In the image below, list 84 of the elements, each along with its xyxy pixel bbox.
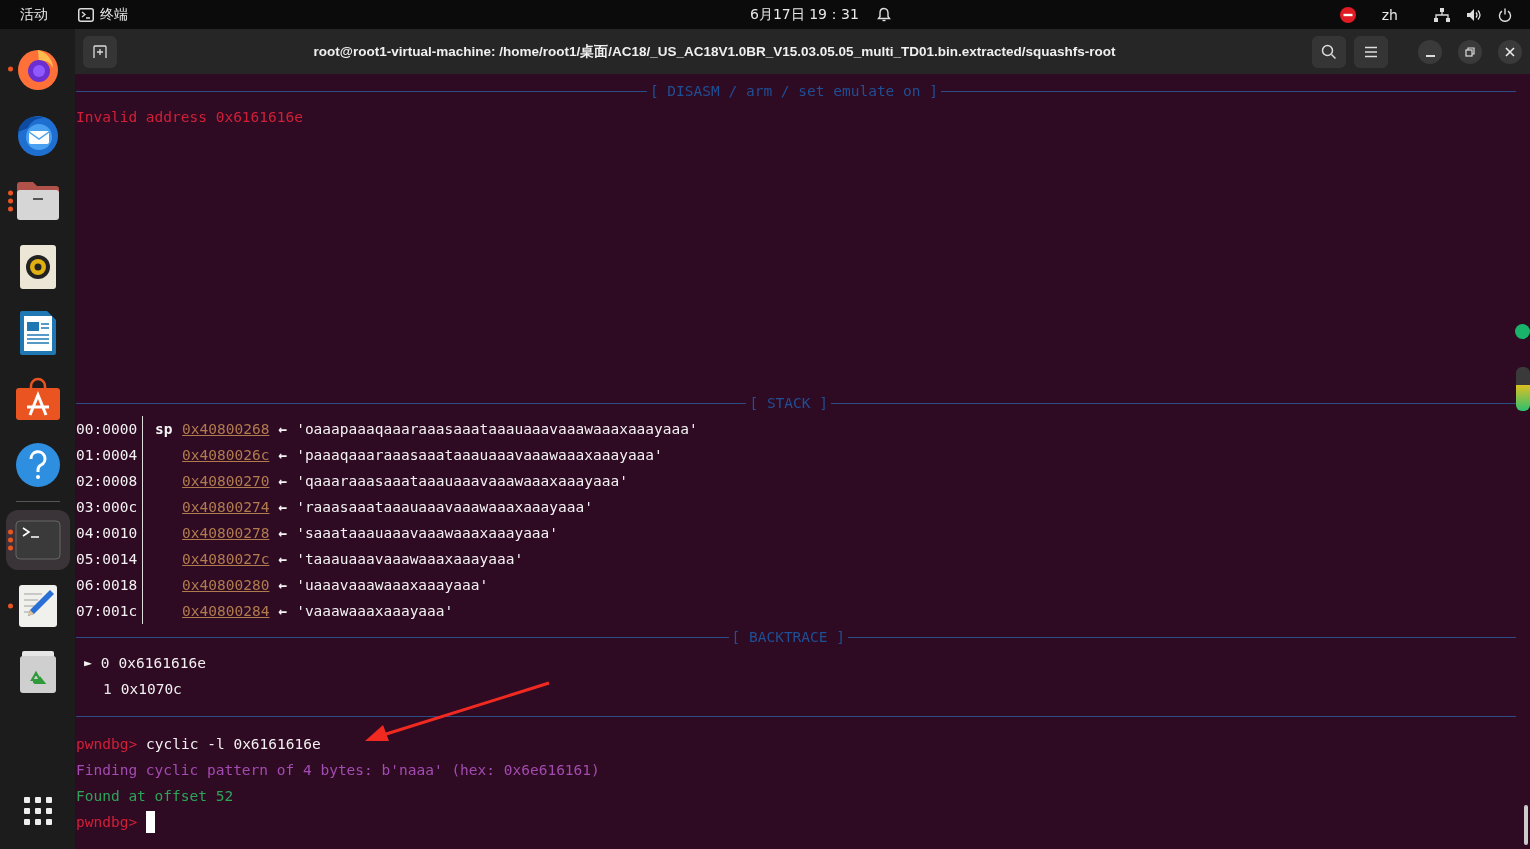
stack-offset: 00:0000	[76, 420, 138, 439]
app-grid-icon[interactable]	[21, 795, 54, 827]
stack-value: 'oaaapaaaqaaaraaasaaataaauaaavaaawaaaxaaayaaa'	[296, 420, 698, 439]
activities-button[interactable]: 活动	[20, 5, 48, 24]
close-icon	[1505, 46, 1515, 57]
power-icon[interactable]	[1498, 7, 1512, 22]
stack-offset: 03:000c	[76, 498, 138, 517]
section-header: [ DISASM / arm / set emulate on ]	[649, 83, 938, 99]
stack-value: 'raaasaaataaauaaavaaawaaaxaaayaaa'	[296, 498, 593, 517]
close-button[interactable]	[1498, 39, 1522, 64]
address-link[interactable]: 0x40800284	[182, 598, 270, 624]
pointer-arrow: ←	[278, 602, 288, 621]
input-method-indicator[interactable]: zh	[1381, 6, 1398, 23]
pointer-arrow: ←	[278, 550, 288, 569]
section-header: [ STACK ]	[749, 395, 828, 411]
new-tab-icon	[93, 44, 107, 59]
menu-icon	[1364, 45, 1378, 58]
frame-address: 0x1070c	[120, 680, 182, 699]
text-cursor	[146, 811, 156, 833]
search-icon	[1321, 43, 1337, 60]
minimize-button[interactable]	[1418, 39, 1442, 64]
address-link[interactable]: 0x40800268	[182, 416, 270, 442]
stack-value: 'saaataaauaaavaaawaaaxaaayaaa'	[296, 524, 559, 543]
frame-index: 0	[100, 654, 110, 673]
command-text: cyclic -l 0x6161616e	[146, 735, 321, 754]
prompt: pwndbg>	[76, 735, 138, 754]
terminal-icon	[78, 7, 94, 22]
stack-offset: 02:0008	[76, 472, 138, 491]
window-title: root@root1-virtual-machine: /home/root1/桌面/AC18/_US_AC18V1.0BR_V15.03.05.05_multi_TD01.bin.extracted/squashfs-root	[312, 42, 1117, 61]
pointer-arrow: ←	[278, 420, 288, 439]
pointer-arrow: ←	[278, 446, 288, 465]
output-line: Found at offset 52	[76, 787, 234, 806]
gradient-bar	[1516, 367, 1530, 411]
app-menu[interactable]: 终端	[78, 5, 128, 24]
stack-offset: 07:001c	[76, 602, 138, 621]
restore-icon	[1465, 46, 1475, 57]
address-link[interactable]: 0x40800274	[182, 494, 270, 520]
stack-offset: 04:0010	[76, 524, 138, 543]
speaker-icon	[18, 244, 57, 290]
folder-icon	[14, 181, 61, 221]
pointer-arrow: ←	[278, 472, 288, 491]
menu-button[interactable]	[1354, 35, 1388, 68]
new-tab-button[interactable]	[83, 35, 117, 68]
address-link[interactable]: 0x4080027c	[182, 546, 270, 572]
search-button[interactable]	[1312, 35, 1346, 68]
stack-value: 'paaaqaaaraaasaaataaauaaavaaawaaaxaaayaaa'	[296, 446, 663, 465]
stack-offset: 05:0014	[76, 550, 138, 569]
volume-icon[interactable]	[1466, 7, 1482, 22]
terminal-icon	[14, 520, 61, 560]
prompt: pwndbg>	[76, 813, 138, 832]
minimize-icon	[1425, 54, 1435, 57]
status-dot	[1515, 324, 1530, 339]
stack-value: 'uaaavaaawaaaxaaayaaa'	[296, 576, 489, 595]
frame-address: 0x6161616e	[118, 654, 206, 673]
section-header: [ BACKTRACE ]	[731, 629, 845, 645]
address-link[interactable]: 0x40800270	[182, 468, 270, 494]
shopping-bag-icon	[14, 377, 61, 421]
error-message: Invalid address 0x6161616e	[76, 108, 303, 127]
output-line: Finding cyclic pattern of 4 bytes: b'naaa' (hex: 0x6e616161)	[76, 761, 600, 780]
stack-offset: 06:0018	[76, 576, 138, 595]
clock[interactable]: 6月17日 19：31	[750, 5, 859, 24]
dock-item-selected[interactable]	[5, 510, 70, 570]
scrollbar-thumb[interactable]	[1524, 805, 1528, 845]
stack-value: 'taaauaaavaaawaaaxaaayaaa'	[296, 550, 524, 569]
stack-offset: 01:0004	[76, 446, 138, 465]
pointer-arrow: ←	[278, 524, 288, 543]
address-link[interactable]: 0x40800280	[182, 572, 270, 598]
address-link[interactable]: 0x40800278	[182, 520, 270, 546]
current-frame-marker: ►	[84, 654, 92, 672]
pointer-arrow: ←	[278, 576, 288, 595]
network-icon[interactable]	[1434, 7, 1450, 22]
question-mark-icon	[14, 442, 61, 488]
stack-value: 'qaaaraaasaaataaauaaavaaawaaaxaaayaaa'	[296, 472, 628, 491]
document-icon	[18, 310, 57, 356]
pointer-arrow: ←	[278, 498, 288, 517]
restore-button[interactable]	[1458, 39, 1482, 64]
trash-recycle-icon	[18, 650, 57, 694]
do-not-disturb-icon[interactable]	[1339, 6, 1356, 23]
bell-icon	[876, 6, 891, 23]
stack-value: 'vaaawaaaxaaayaaa'	[296, 602, 454, 621]
register-label: sp	[155, 420, 174, 439]
pencil-notepad-icon	[17, 584, 58, 628]
frame-index: 1	[103, 680, 112, 699]
address-link[interactable]: 0x4080026c	[182, 442, 270, 468]
